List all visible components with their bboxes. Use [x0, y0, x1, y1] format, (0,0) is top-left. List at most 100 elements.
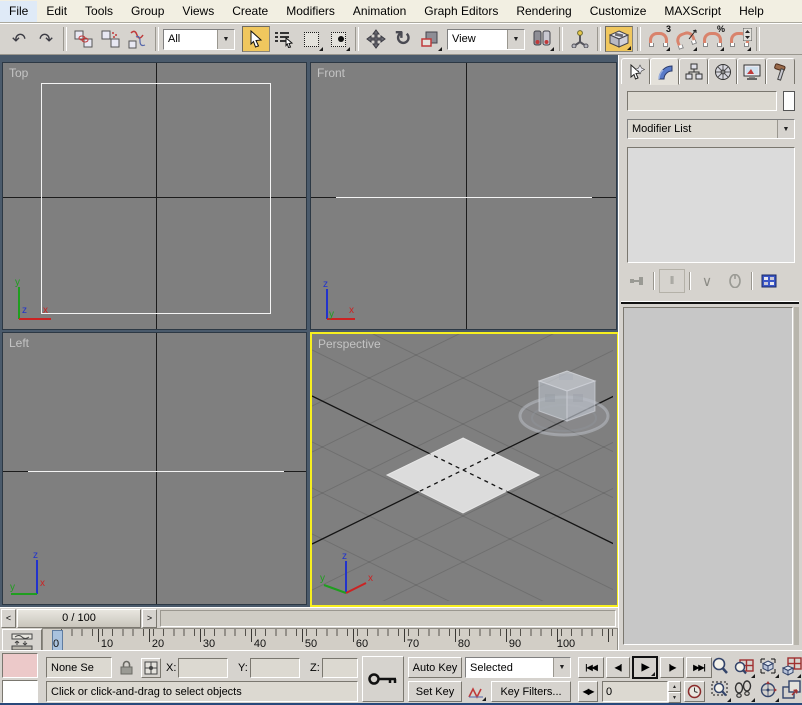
viewport-front[interactable]: Front z x y	[310, 62, 617, 330]
auto-key-button[interactable]: Auto Key	[408, 657, 462, 678]
selection-filter-dropdown[interactable]: All ▼	[163, 29, 235, 50]
snap-toggle-3d-button[interactable]: 3	[645, 26, 671, 52]
zoom-extents-all-button[interactable]	[782, 656, 802, 679]
viewport-perspective[interactable]: Perspective	[310, 332, 619, 607]
panel-scrollbar[interactable]	[794, 307, 799, 645]
maximize-viewport-toggle[interactable]	[782, 680, 802, 703]
angle-snap-toggle-button[interactable]	[672, 26, 698, 52]
configure-modifier-sets-icon	[761, 274, 777, 288]
menu-graph-editors[interactable]: Graph Editors	[415, 1, 507, 22]
tab-motion[interactable]	[708, 58, 737, 84]
show-end-result-button[interactable]: ‖	[659, 269, 685, 293]
tab-display[interactable]	[737, 58, 766, 84]
frame-spinner-down[interactable]: ▼	[668, 692, 681, 703]
time-slider-next-button[interactable]: >	[142, 609, 157, 628]
goto-start-button[interactable]: |◀◀	[578, 657, 604, 678]
key-mode-dropdown[interactable]: Selected ▼	[465, 657, 571, 678]
object-color-swatch[interactable]	[783, 91, 795, 111]
selection-count-field[interactable]: None Se	[46, 657, 112, 678]
menu-group[interactable]: Group	[122, 1, 173, 22]
frame-spinner-up[interactable]: ▲	[668, 681, 681, 692]
menu-rendering[interactable]: Rendering	[507, 1, 580, 22]
remove-modifier-button[interactable]	[723, 270, 747, 292]
menu-modifiers[interactable]: Modifiers	[277, 1, 344, 22]
object-name-field[interactable]	[627, 91, 777, 111]
menu-maxscript[interactable]: MAXScript	[655, 1, 730, 22]
tab-utilities[interactable]	[766, 58, 795, 84]
use-pivot-point-center-button[interactable]	[529, 26, 555, 52]
window-crossing-toggle-button[interactable]	[325, 26, 351, 52]
undo-button[interactable]: ↶	[6, 26, 32, 52]
select-and-link-button[interactable]	[71, 26, 97, 52]
menu-file[interactable]: File	[0, 1, 37, 22]
bind-to-space-warp-button[interactable]	[125, 26, 151, 52]
default-key-tangents-button[interactable]	[465, 681, 487, 702]
plane-object-outline[interactable]	[41, 83, 271, 314]
viewport-top[interactable]: Top y x z	[2, 62, 307, 330]
menu-views[interactable]: Views	[173, 1, 223, 22]
goto-end-button[interactable]: ▶▶|	[686, 657, 712, 678]
y-coordinate-field[interactable]	[250, 658, 300, 678]
viewport-left[interactable]: Left z y x	[2, 332, 307, 605]
macro-recorder-pane[interactable]	[2, 653, 38, 678]
menu-animation[interactable]: Animation	[344, 1, 415, 22]
rectangular-selection-region-button[interactable]	[298, 26, 324, 52]
spinner-snap-toggle-button[interactable]	[726, 26, 752, 52]
scale-icon	[421, 30, 439, 48]
current-frame-field[interactable]	[602, 681, 668, 702]
tab-create[interactable]	[621, 58, 650, 84]
zoom-button[interactable]	[710, 656, 732, 679]
tab-hierarchy[interactable]	[679, 58, 708, 84]
dropdown-arrow-icon[interactable]: ▼	[777, 120, 794, 138]
set-key-button[interactable]: Set Key	[408, 681, 462, 702]
play-animation-button[interactable]: ▶	[632, 656, 658, 679]
time-slider-handle[interactable]: 0 / 100	[17, 609, 141, 628]
next-frame-button[interactable]: |▶	[660, 657, 684, 678]
time-slider-prev-button[interactable]: <	[1, 609, 16, 628]
absolute-mode-transform-toggle[interactable]	[141, 658, 161, 678]
selection-lock-toggle[interactable]	[117, 658, 135, 677]
redo-button[interactable]: ↷	[33, 26, 59, 52]
previous-frame-button[interactable]: ◀|	[606, 657, 630, 678]
reference-coordinate-system-dropdown[interactable]: View ▼	[447, 29, 525, 50]
keyboard-shortcut-override-toggle[interactable]	[605, 26, 633, 52]
menu-edit[interactable]: Edit	[37, 1, 76, 22]
menu-tools[interactable]: Tools	[76, 1, 122, 22]
unlink-selection-button[interactable]	[98, 26, 124, 52]
select-and-rotate-button[interactable]: ↻	[390, 26, 416, 52]
x-coordinate-field[interactable]	[178, 658, 228, 678]
arc-rotate-button[interactable]	[758, 680, 780, 703]
menu-help[interactable]: Help	[730, 1, 773, 22]
plane-object-edge[interactable]	[28, 471, 284, 472]
percent-snap-toggle-button[interactable]: %	[699, 26, 725, 52]
plane-object-edge[interactable]	[336, 197, 592, 198]
modifier-list-dropdown[interactable]: Modifier List ▼	[627, 119, 795, 139]
key-mode-toggle-button[interactable]: ◀▶	[578, 681, 598, 702]
dropdown-arrow-icon[interactable]: ▼	[553, 658, 570, 677]
make-unique-button[interactable]: ∨	[695, 270, 719, 292]
time-slider-track[interactable]	[160, 610, 616, 627]
select-and-move-button[interactable]	[363, 26, 389, 52]
select-object-button[interactable]	[242, 26, 270, 52]
zoom-all-button[interactable]	[734, 656, 756, 679]
pan-walk-through-button[interactable]	[734, 680, 756, 703]
time-configuration-button[interactable]	[684, 681, 705, 702]
set-keys-button[interactable]	[362, 656, 404, 702]
menu-create[interactable]: Create	[223, 1, 277, 22]
z-coordinate-field[interactable]	[322, 658, 358, 678]
menu-customize[interactable]: Customize	[581, 1, 656, 22]
zoom-extents-button[interactable]	[758, 656, 780, 679]
select-by-name-button[interactable]	[271, 26, 297, 52]
configure-modifier-sets-button[interactable]	[757, 270, 781, 292]
maxscript-mini-listener[interactable]	[2, 680, 38, 703]
dropdown-arrow-icon[interactable]: ▼	[507, 30, 524, 49]
tab-modify[interactable]	[650, 58, 679, 85]
key-filters-button[interactable]: Key Filters...	[491, 681, 571, 702]
dropdown-arrow-icon[interactable]: ▼	[217, 30, 234, 49]
pin-stack-button[interactable]	[625, 270, 649, 292]
select-and-manipulate-button[interactable]	[567, 26, 593, 52]
modifier-stack-list[interactable]	[627, 147, 795, 263]
space-warp-icon	[127, 29, 149, 49]
select-and-scale-button[interactable]	[417, 26, 443, 52]
zoom-region-button[interactable]	[710, 680, 732, 703]
